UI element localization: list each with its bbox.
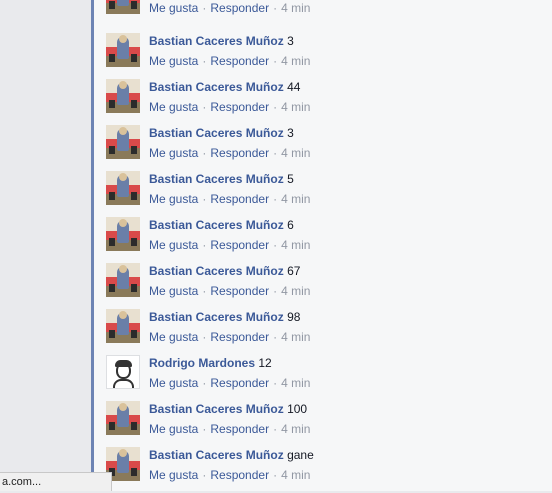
status-bar-text: a.com... bbox=[2, 476, 42, 488]
comment-timestamp[interactable]: 4 min bbox=[281, 192, 310, 206]
separator: · bbox=[202, 284, 207, 298]
bastian-avatar[interactable] bbox=[106, 263, 140, 297]
comment-timestamp[interactable]: 4 min bbox=[281, 376, 310, 390]
separator: · bbox=[273, 422, 278, 436]
separator: · bbox=[273, 284, 278, 298]
separator: · bbox=[202, 1, 207, 15]
comment-author-link[interactable]: Bastian Caceres Muñoz bbox=[149, 264, 284, 278]
comment-text: 6 bbox=[287, 218, 294, 232]
separator: · bbox=[273, 54, 278, 68]
comment-text: 100 bbox=[287, 402, 308, 416]
reply-link[interactable]: Responder bbox=[210, 54, 269, 68]
separator: · bbox=[273, 100, 278, 114]
reply-link[interactable]: Responder bbox=[210, 1, 269, 15]
reply-link[interactable]: Responder bbox=[210, 100, 269, 114]
comment-timestamp[interactable]: 4 min bbox=[281, 146, 310, 160]
rodrigo-avatar[interactable] bbox=[106, 355, 140, 389]
comment-author-link[interactable]: Bastian Caceres Muñoz bbox=[149, 34, 284, 48]
separator: · bbox=[202, 468, 207, 482]
like-link[interactable]: Me gusta bbox=[149, 146, 198, 160]
separator: · bbox=[273, 330, 278, 344]
comment-author-link[interactable]: Bastian Caceres Muñoz bbox=[149, 126, 284, 140]
separator: · bbox=[273, 468, 278, 482]
reply-link[interactable]: Responder bbox=[210, 330, 269, 344]
separator: · bbox=[273, 376, 278, 390]
comment-timestamp[interactable]: 4 min bbox=[281, 330, 310, 344]
like-link[interactable]: Me gusta bbox=[149, 376, 198, 390]
separator: · bbox=[202, 238, 207, 252]
separator: · bbox=[273, 146, 278, 160]
bastian-avatar[interactable] bbox=[106, 401, 140, 435]
separator: · bbox=[202, 376, 207, 390]
separator: · bbox=[202, 100, 207, 114]
separator: · bbox=[273, 192, 278, 206]
separator: · bbox=[202, 330, 207, 344]
like-link[interactable]: Me gusta bbox=[149, 54, 198, 68]
bastian-avatar[interactable] bbox=[106, 33, 140, 67]
bastian-avatar[interactable] bbox=[106, 125, 140, 159]
like-link[interactable]: Me gusta bbox=[149, 468, 198, 482]
comment-feed: Me gusta · Responder · 4 min Bastian Caceres… bbox=[94, 0, 552, 491]
bastian-avatar[interactable] bbox=[106, 217, 140, 251]
reply-link[interactable]: Responder bbox=[210, 422, 269, 436]
comment-author-link[interactable]: Bastian Caceres Muñoz bbox=[149, 80, 284, 94]
reply-link[interactable]: Responder bbox=[210, 284, 269, 298]
comment-text: 98 bbox=[287, 310, 301, 324]
comment-text: 3 bbox=[287, 34, 294, 48]
like-link[interactable]: Me gusta bbox=[149, 330, 198, 344]
comment-text: gane bbox=[287, 448, 314, 462]
comment-author-link[interactable]: Bastian Caceres Muñoz bbox=[149, 448, 284, 462]
separator: · bbox=[273, 238, 278, 252]
reply-link[interactable]: Responder bbox=[210, 192, 269, 206]
comment-author-link[interactable]: Bastian Caceres Muñoz bbox=[149, 218, 284, 232]
comment-timestamp[interactable]: 4 min bbox=[281, 238, 310, 252]
reply-link[interactable]: Responder bbox=[210, 376, 269, 390]
bastian-avatar[interactable] bbox=[106, 171, 140, 205]
reply-link[interactable]: Responder bbox=[210, 468, 269, 482]
separator: · bbox=[273, 1, 278, 15]
comment-author-link[interactable]: Bastian Caceres Muñoz bbox=[149, 402, 284, 416]
bastian-avatar[interactable] bbox=[106, 309, 140, 343]
separator: · bbox=[202, 54, 207, 68]
separator: · bbox=[202, 422, 207, 436]
separator: · bbox=[202, 192, 207, 206]
like-link[interactable]: Me gusta bbox=[149, 192, 198, 206]
like-link[interactable]: Me gusta bbox=[149, 238, 198, 252]
comment-timestamp[interactable]: 4 min bbox=[281, 284, 310, 298]
reply-link[interactable]: Responder bbox=[210, 146, 269, 160]
comment-author-link[interactable]: Bastian Caceres Muñoz bbox=[149, 172, 284, 186]
comment-author-link[interactable]: Bastian Caceres Muñoz bbox=[149, 310, 284, 324]
comment-text: 67 bbox=[287, 264, 301, 278]
like-link[interactable]: Me gusta bbox=[149, 100, 198, 114]
reply-link[interactable]: Responder bbox=[210, 238, 269, 252]
comment-text: 12 bbox=[258, 356, 272, 370]
comment-timestamp[interactable]: 4 min bbox=[281, 422, 310, 436]
like-link[interactable]: Me gusta bbox=[149, 422, 198, 436]
separator: · bbox=[202, 146, 207, 160]
bastian-avatar[interactable] bbox=[106, 79, 140, 113]
comment-timestamp[interactable]: 4 min bbox=[281, 468, 310, 482]
comment-timestamp[interactable]: 4 min bbox=[281, 54, 310, 68]
comment-author-link[interactable]: Rodrigo Mardones bbox=[149, 356, 255, 370]
comment-timestamp[interactable]: 4 min bbox=[281, 100, 310, 114]
left-gutter bbox=[0, 0, 91, 491]
comment-timestamp[interactable]: 4 min bbox=[281, 1, 310, 15]
comment-text: 44 bbox=[287, 80, 301, 94]
comment-text: 3 bbox=[287, 126, 294, 140]
browser-status-bar: a.com... bbox=[0, 472, 112, 491]
like-link[interactable]: Me gusta bbox=[149, 284, 198, 298]
bastian-avatar[interactable] bbox=[106, 0, 140, 14]
comment-text: 5 bbox=[287, 172, 294, 186]
like-link[interactable]: Me gusta bbox=[149, 1, 198, 15]
